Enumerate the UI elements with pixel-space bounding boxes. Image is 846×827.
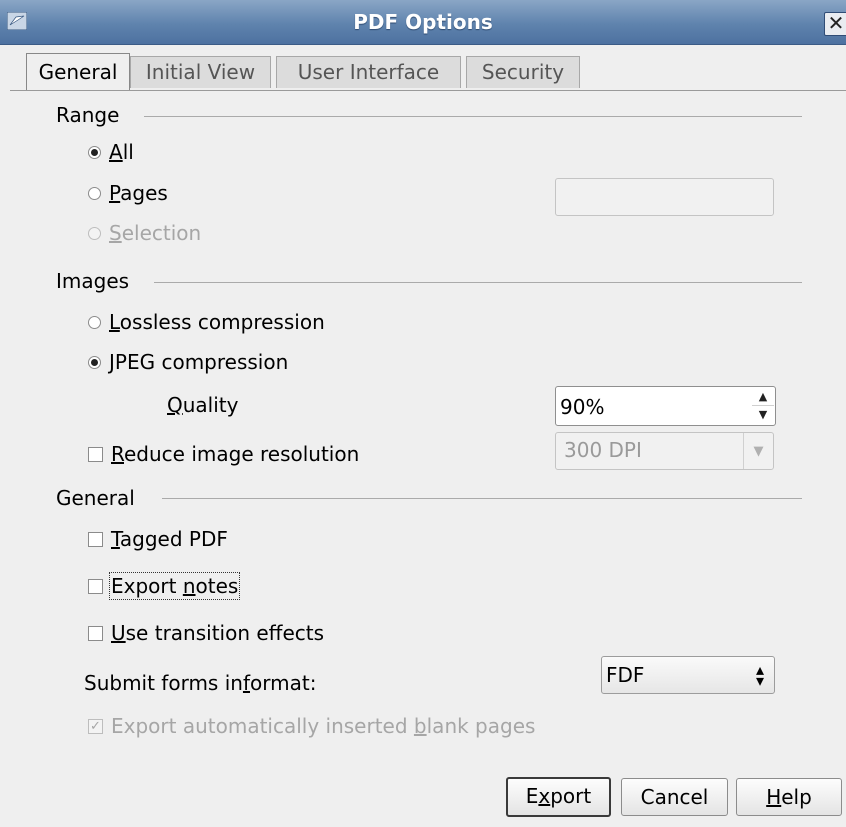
export-notes-checkbox[interactable]: Export notes — [88, 572, 241, 600]
tab-general[interactable]: General — [26, 53, 130, 91]
export-button[interactable]: Export — [506, 777, 611, 817]
radio-indicator — [88, 145, 101, 159]
lossless-compression-radio[interactable]: Lossless compression — [88, 310, 325, 334]
pages-input[interactable] — [555, 178, 774, 216]
jpeg-compression-radio[interactable]: JPEG compression — [88, 350, 288, 374]
tab-user-interface[interactable]: User Interface — [276, 56, 461, 88]
radio-indicator — [88, 315, 101, 329]
range-all-radio[interactable]: All — [88, 140, 134, 164]
range-pages-label: Pages — [109, 181, 168, 205]
pdf-options-dialog: PDF Options ✕ Initial View User Interfac… — [0, 0, 846, 827]
range-selection-radio: Selection — [88, 221, 201, 245]
jpeg-compression-label: JPEG compression — [109, 350, 289, 374]
range-selection-label: Selection — [109, 221, 202, 245]
quality-spin-buttons: ▲ ▼ — [752, 388, 774, 424]
checkbox-indicator: ✓ — [88, 718, 103, 734]
export-blank-pages-checkbox: ✓ Export automatically inserted blank pa… — [88, 714, 535, 738]
export-blank-pages-label: Export automatically inserted blank page… — [111, 714, 536, 738]
transition-effects-checkbox[interactable]: Use transition effects — [88, 621, 324, 645]
range-section-label: Range — [56, 103, 120, 127]
checkbox-indicator — [88, 446, 103, 462]
cancel-button[interactable]: Cancel — [621, 778, 728, 816]
transition-effects-label: Use transition effects — [111, 621, 325, 645]
reduce-resolution-checkbox[interactable]: Reduce image resolution — [88, 442, 359, 466]
radio-indicator — [88, 226, 101, 240]
checkbox-indicator — [88, 578, 103, 594]
range-separator — [144, 116, 802, 117]
checkbox-indicator — [88, 625, 103, 641]
submit-format-value: FDF — [606, 663, 645, 687]
resolution-dropdown: 300 DPI ▼ — [555, 432, 774, 470]
radio-indicator — [88, 355, 101, 369]
quality-spinbox[interactable]: 90% ▲ ▼ — [555, 386, 776, 426]
updown-arrows-icon: ▴ ▾ — [755, 660, 764, 690]
chevron-down-icon[interactable]: ▼ — [752, 406, 774, 423]
close-icon: ✕ — [827, 11, 845, 35]
chevron-up-icon[interactable]: ▲ — [752, 388, 774, 406]
export-notes-label: Export notes — [108, 572, 241, 600]
tab-initial-view[interactable]: Initial View — [130, 56, 271, 88]
tagged-pdf-checkbox[interactable]: Tagged PDF — [88, 527, 228, 551]
general-section-label: General — [56, 486, 135, 510]
images-section-label: Images — [56, 269, 130, 293]
quality-label: Quality — [167, 393, 239, 417]
tagged-pdf-label: Tagged PDF — [111, 527, 228, 551]
range-pages-radio[interactable]: Pages — [88, 181, 168, 205]
radio-indicator — [88, 186, 101, 200]
dropdown-arrow-icon: ▼ — [743, 433, 773, 469]
tab-security[interactable]: Security — [466, 56, 580, 88]
general-separator — [162, 498, 802, 499]
help-button[interactable]: Help — [736, 778, 842, 816]
quality-value: 90% — [560, 395, 605, 419]
images-separator — [154, 282, 802, 283]
title-bar[interactable]: PDF Options ✕ — [0, 0, 846, 45]
range-all-label: All — [109, 140, 134, 164]
submit-format-select[interactable]: FDF ▴ ▾ — [601, 656, 775, 694]
submit-format-label: Submit forms in f ormat: — [84, 671, 317, 695]
window-title: PDF Options — [353, 10, 493, 34]
close-button[interactable]: ✕ — [824, 12, 846, 36]
lossless-compression-label: Lossless compression — [109, 310, 325, 334]
reduce-resolution-label: Reduce image resolution — [111, 442, 360, 466]
checkbox-indicator — [88, 531, 103, 547]
